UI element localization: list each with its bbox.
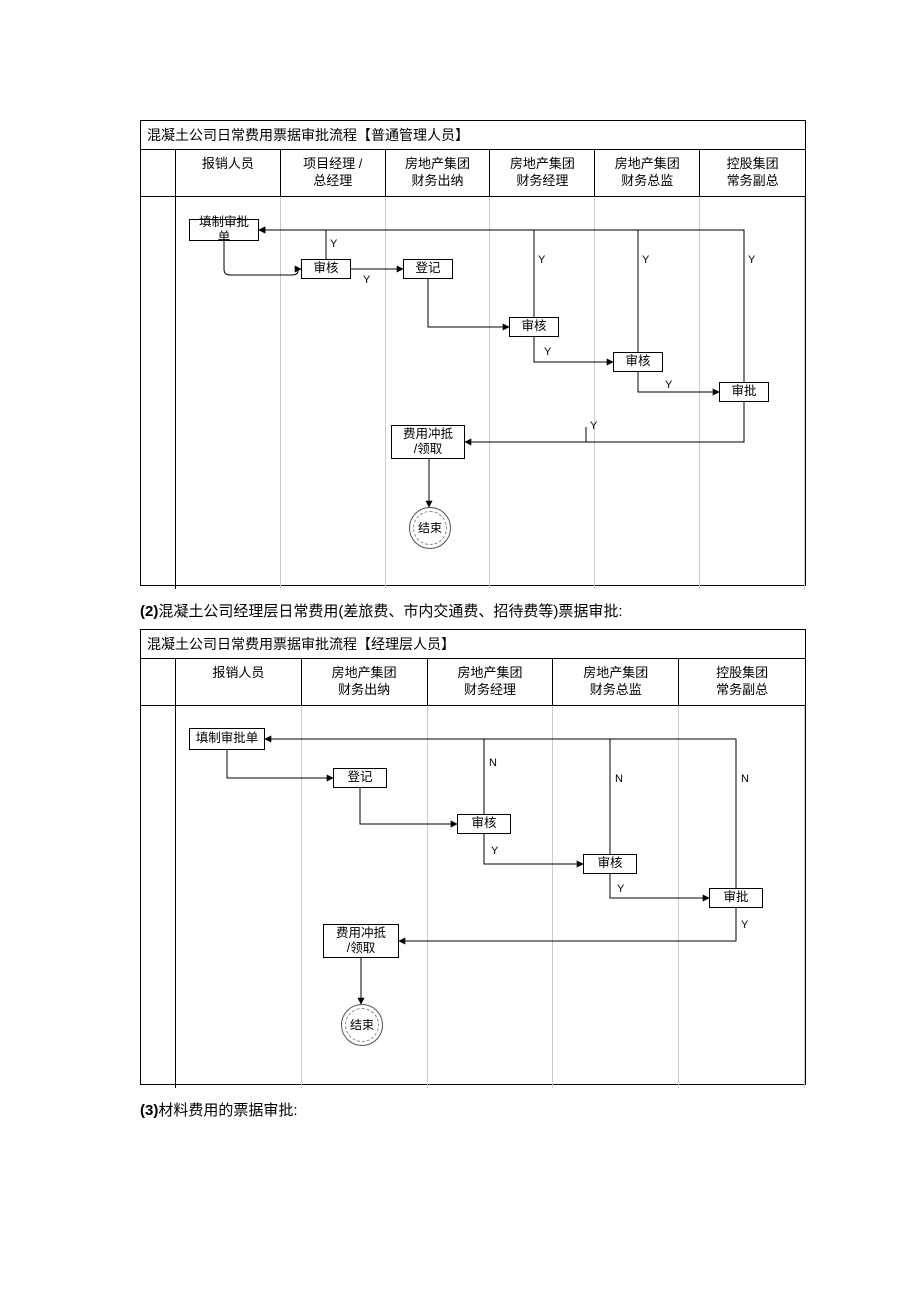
node-approve: 审批 — [719, 382, 769, 402]
node-offset: 费用冲抵/领取 — [323, 924, 399, 958]
node-offset: 费用冲抵/领取 — [391, 425, 465, 459]
diagram-2-lanes-header: 报销人员 房地产集团财务出纳 房地产集团财务经理 房地产集团财务总监 控股集团常… — [141, 659, 805, 706]
node-fill-form: 填制审批单 — [189, 728, 265, 750]
node-review-1: 审核 — [301, 259, 351, 279]
lane-head: 房地产集团财务经理 — [490, 150, 595, 196]
node-approve: 审批 — [709, 888, 763, 908]
caption-3: (3)材料费用的票据审批: — [140, 1099, 780, 1120]
diagram-1: 混凝土公司日常费用票据审批流程【普通管理人员】 报销人员 项目经理 /总经理 房… — [140, 120, 806, 586]
lane-head: 房地产集团财务出纳 — [386, 150, 491, 196]
lane-head: 项目经理 /总经理 — [281, 150, 386, 196]
lane-head: 控股集团常务副总 — [679, 659, 805, 705]
lane-head: 报销人员 — [176, 659, 302, 705]
lane-head: 房地产集团财务出纳 — [302, 659, 428, 705]
lane-head: 房地产集团财务总监 — [595, 150, 700, 196]
diagram-1-lanes-header: 报销人员 项目经理 /总经理 房地产集团财务出纳 房地产集团财务经理 房地产集团… — [141, 150, 805, 197]
node-review-2: 审核 — [583, 854, 637, 874]
node-register: 登记 — [403, 259, 453, 279]
node-end: 结束 — [341, 1004, 383, 1046]
diagram-2: 混凝土公司日常费用票据审批流程【经理层人员】 报销人员 房地产集团财务出纳 房地… — [140, 629, 806, 1085]
node-review-1: 审核 — [457, 814, 511, 834]
diagram-1-title: 混凝土公司日常费用票据审批流程【普通管理人员】 — [141, 121, 805, 150]
node-review-3: 审核 — [613, 352, 663, 372]
diagram-1-body: 填制审批单 审核 登记 审核 审核 审批 费用冲抵/领取 结束 Y Y — [141, 197, 805, 589]
node-fill-form: 填制审批单 — [189, 219, 259, 241]
node-end: 结束 — [409, 507, 451, 549]
lane-head: 控股集团常务副总 — [700, 150, 805, 196]
lane-head: 房地产集团财务总监 — [553, 659, 679, 705]
lane-head: 报销人员 — [176, 150, 281, 196]
diagram-2-body: 填制审批单 登记 审核 审核 审批 费用冲抵/领取 结束 N Y N — [141, 706, 805, 1088]
caption-2: (2)混凝土公司经理层日常费用(差旅费、市内交通费、招待费等)票据审批: — [140, 600, 780, 621]
node-review-2: 审核 — [509, 317, 559, 337]
diagram-2-title: 混凝土公司日常费用票据审批流程【经理层人员】 — [141, 630, 805, 659]
node-register: 登记 — [333, 768, 387, 788]
lane-head: 房地产集团财务经理 — [428, 659, 554, 705]
